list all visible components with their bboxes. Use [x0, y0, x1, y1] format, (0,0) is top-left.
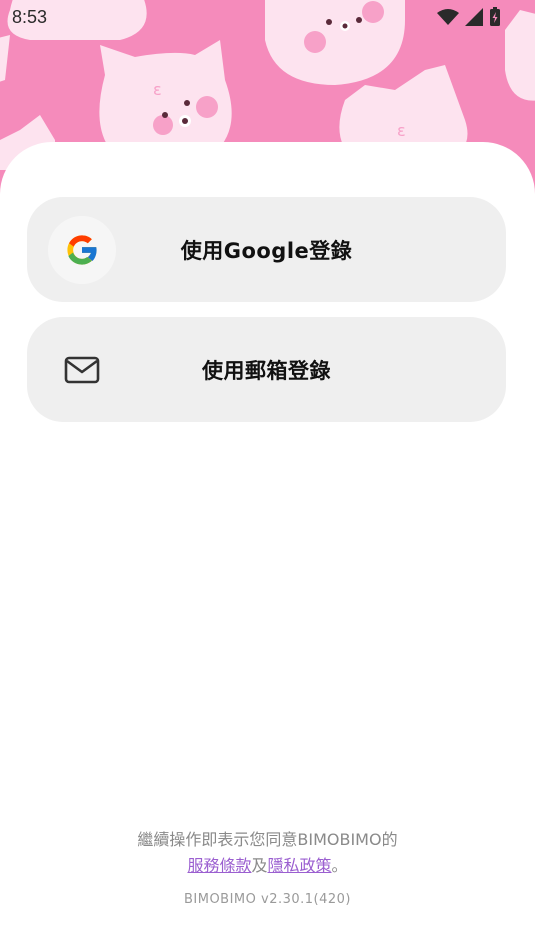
period-text: 。: [331, 856, 348, 875]
status-bar: 8:53: [0, 0, 535, 34]
battery-charging-icon: [490, 7, 500, 26]
wifi-icon: [437, 9, 459, 25]
app-version: BIMOBIMO v2.30.1(420): [183, 892, 352, 907]
terms-of-service-link[interactable]: 服務條款: [187, 856, 251, 875]
google-login-button[interactable]: 使用Google登錄: [27, 197, 506, 302]
and-text: 及: [251, 856, 268, 875]
svg-text:ε: ε: [397, 121, 406, 140]
status-icons: [437, 7, 501, 27]
terms-notice: 繼續操作即表示您同意BIMOBIMO的: [137, 830, 398, 849]
svg-text:ε: ε: [153, 80, 162, 99]
terms-links-line: 服務條款及隱私政策。: [0, 854, 535, 878]
status-time: 8:53: [12, 6, 48, 27]
cellular-signal-icon: [465, 8, 483, 26]
google-icon-container: [48, 216, 116, 284]
login-screen: ε ε 8:53 使用Google登錄 使用郵箱登錄 繼續操作即表示您同意BIM…: [0, 0, 535, 951]
legal-footer: 繼續操作即表示您同意BIMOBIMO的 服務條款及隱私政策。 BIMOBIMO …: [0, 828, 535, 907]
mail-icon: [64, 356, 100, 384]
email-login-button[interactable]: 使用郵箱登錄: [27, 317, 506, 422]
privacy-policy-link[interactable]: 隱私政策: [268, 856, 332, 875]
mail-icon-container: [48, 336, 116, 404]
google-icon: [67, 235, 98, 265]
